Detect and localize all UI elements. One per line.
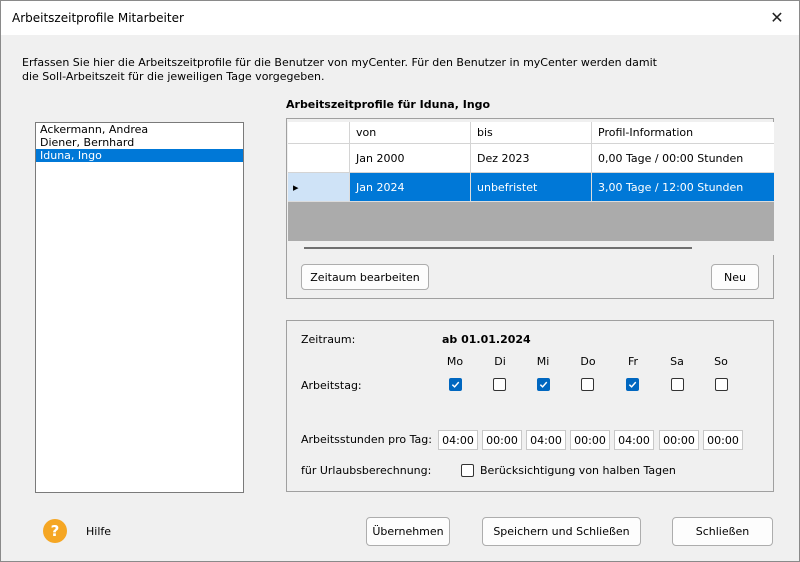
workday-checkbox-fr[interactable]	[626, 378, 639, 391]
user-list[interactable]: Ackermann, Andrea Diener, Bernhard Iduna…	[35, 122, 244, 493]
edit-period-button[interactable]: Zeitaum bearbeiten	[301, 264, 429, 290]
day-label-di: Di	[494, 355, 506, 368]
help-label[interactable]: Hilfe	[86, 525, 111, 538]
hours-label: Arbeitsstunden pro Tag:	[301, 433, 432, 446]
half-days-label[interactable]: Berücksichtigung von halben Tagen	[480, 464, 676, 477]
cell-von[interactable]: Jan 2000	[350, 144, 471, 173]
cell-von[interactable]: Jan 2024	[350, 173, 471, 202]
row-header-corner	[288, 122, 350, 144]
new-button[interactable]: Neu	[711, 264, 759, 290]
day-label-so: So	[714, 355, 728, 368]
dialog-window: Arbeitszeitprofile Mitarbeiter ✕ Erfasse…	[0, 0, 800, 562]
profiles-title: Arbeitszeitprofile für Iduna, Ingo	[286, 98, 491, 111]
day-label-fr: Fr	[627, 355, 639, 368]
column-header-von[interactable]: von	[350, 122, 471, 144]
day-label-sa: Sa	[670, 355, 684, 368]
apply-button[interactable]: Übernehmen	[366, 517, 450, 546]
column-header-bis[interactable]: bis	[471, 122, 592, 144]
workday-checkbox-so[interactable]	[715, 378, 728, 391]
period-value: ab 01.01.2024	[442, 333, 531, 346]
day-label-mo: Mo	[446, 355, 464, 368]
half-days-checkbox[interactable]	[461, 464, 474, 477]
column-header-info[interactable]: Profil-Information	[592, 122, 774, 144]
row-header[interactable]	[288, 144, 350, 173]
list-item-user-0[interactable]: Ackermann, Andrea	[36, 123, 243, 136]
list-item-user-2[interactable]: Iduna, Ingo	[36, 149, 243, 162]
table-row[interactable]: Jan 2000 Dez 2023 0,00 Tage / 00:00 Stun…	[288, 144, 774, 173]
scrollbar-thumb[interactable]	[304, 247, 692, 249]
workday-label: Arbeitstag:	[301, 379, 362, 392]
hours-input-sa[interactable]: 00:00	[659, 430, 699, 450]
horizontal-scrollbar[interactable]	[288, 241, 774, 255]
cell-bis[interactable]: unbefristet	[471, 173, 592, 202]
workday-checkbox-sa[interactable]	[671, 378, 684, 391]
title-bar: Arbeitszeitprofile Mitarbeiter ✕	[1, 1, 799, 35]
hours-input-mo[interactable]: 04:00	[438, 430, 478, 450]
workday-checkbox-mi[interactable]	[537, 378, 550, 391]
list-item-user-1[interactable]: Diener, Bernhard	[36, 136, 243, 149]
day-label-do: Do	[580, 355, 596, 368]
profile-grid[interactable]: von bis Profil-Information Jan 2000 Dez …	[288, 122, 774, 241]
hours-input-so[interactable]: 00:00	[703, 430, 743, 450]
help-icon[interactable]: ?	[43, 519, 67, 543]
hours-input-di[interactable]: 00:00	[482, 430, 522, 450]
cell-info[interactable]: 0,00 Tage / 00:00 Stunden	[592, 144, 774, 173]
workday-checkbox-di[interactable]	[493, 378, 506, 391]
intro-text: Erfassen Sie hier die Arbeitszeitprofile…	[22, 56, 657, 83]
table-row-selected[interactable]: ▸ Jan 2024 unbefristet 3,00 Tage / 12:00…	[288, 173, 774, 202]
day-label-mi: Mi	[536, 355, 550, 368]
save-close-button[interactable]: Speichern und Schließen	[482, 517, 641, 546]
period-label: Zeitraum:	[301, 333, 356, 346]
cell-bis[interactable]: Dez 2023	[471, 144, 592, 173]
hours-input-fr[interactable]: 04:00	[614, 430, 654, 450]
window-title: Arbeitszeitprofile Mitarbeiter	[12, 11, 184, 25]
cell-info[interactable]: 3,00 Tage / 12:00 Stunden	[592, 173, 774, 202]
vacation-label: für Urlaubsberechnung:	[301, 464, 432, 477]
hours-input-mi[interactable]: 04:00	[526, 430, 566, 450]
row-indicator-icon[interactable]: ▸	[288, 173, 350, 202]
close-icon[interactable]: ✕	[755, 1, 799, 33]
close-button[interactable]: Schließen	[672, 517, 773, 546]
workday-checkbox-do[interactable]	[581, 378, 594, 391]
workday-checkbox-mo[interactable]	[449, 378, 462, 391]
hours-input-do[interactable]: 00:00	[570, 430, 610, 450]
grid-header: von bis Profil-Information	[288, 122, 774, 144]
